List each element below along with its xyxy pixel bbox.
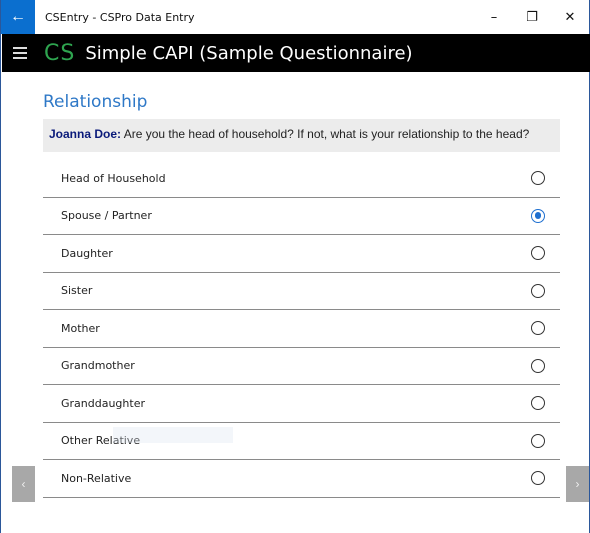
radio-button[interactable]	[531, 321, 545, 336]
radio-button[interactable]	[531, 471, 545, 486]
close-button[interactable]: ✕	[551, 0, 589, 34]
restore-button[interactable]: ❐	[513, 0, 551, 34]
window-title: CSEntry - CSPro Data Entry	[45, 10, 195, 24]
option-label: Daughter	[61, 246, 113, 260]
option-grandmother[interactable]: Grandmother	[43, 348, 560, 385]
radio-button[interactable]	[531, 208, 545, 223]
hamburger-menu-icon[interactable]	[2, 47, 38, 59]
option-label: Granddaughter	[61, 396, 145, 410]
radio-button[interactable]	[531, 396, 545, 411]
radio-button[interactable]	[531, 358, 545, 373]
radio-button[interactable]	[531, 246, 545, 261]
option-label: Spouse / Partner	[61, 209, 152, 223]
chevron-left-icon: ‹	[21, 477, 26, 491]
window-controls: – ❐ ✕	[475, 0, 589, 34]
radio-button[interactable]	[531, 283, 545, 298]
option-sister[interactable]: Sister	[43, 273, 560, 310]
faded-tooltip-overlay	[113, 427, 233, 443]
option-label: Sister	[61, 284, 93, 298]
option-label: Head of Household	[61, 171, 166, 185]
option-non-relative[interactable]: Non-Relative	[43, 460, 560, 498]
chevron-right-icon: ›	[575, 477, 580, 491]
radio-button[interactable]	[531, 171, 545, 186]
option-granddaughter[interactable]: Granddaughter	[43, 385, 560, 423]
question-text: Are you the head of household? If not, w…	[121, 127, 530, 141]
option-spouse-partner[interactable]: Spouse / Partner	[43, 198, 560, 235]
option-label: Grandmother	[61, 359, 135, 373]
title-bar: ← CSEntry - CSPro Data Entry – ❐ ✕	[1, 0, 589, 34]
radio-button[interactable]	[531, 433, 545, 448]
respondent-name: Joanna Doe:	[49, 127, 122, 141]
option-label: Non-Relative	[61, 471, 132, 485]
next-field-button[interactable]: ›	[566, 466, 589, 502]
back-button[interactable]: ←	[1, 0, 35, 34]
option-label: Mother	[61, 321, 100, 335]
option-mother[interactable]: Mother	[43, 310, 560, 348]
option-daughter[interactable]: Daughter	[43, 235, 560, 273]
back-arrow-icon: ←	[10, 8, 26, 25]
restore-icon: ❐	[526, 9, 538, 25]
question-text-box: Joanna Doe: Are you the head of househol…	[43, 119, 560, 152]
field-title: Relationship	[43, 92, 148, 112]
app-window: ← CSEntry - CSPro Data Entry – ❐ ✕ CS Si…	[0, 0, 590, 533]
cspro-logo: CS	[44, 40, 76, 66]
close-icon: ✕	[564, 9, 576, 25]
previous-field-button[interactable]: ‹	[12, 466, 35, 502]
app-name: Simple CAPI (Sample Questionnaire)	[85, 42, 413, 64]
option-head-of-household[interactable]: Head of Household	[43, 160, 560, 198]
response-options-list: Head of Household Spouse / Partner Daugh…	[43, 160, 560, 498]
minimize-icon: –	[490, 9, 498, 25]
minimize-button[interactable]: –	[475, 0, 513, 34]
app-bar: CS Simple CAPI (Sample Questionnaire)	[2, 34, 590, 72]
